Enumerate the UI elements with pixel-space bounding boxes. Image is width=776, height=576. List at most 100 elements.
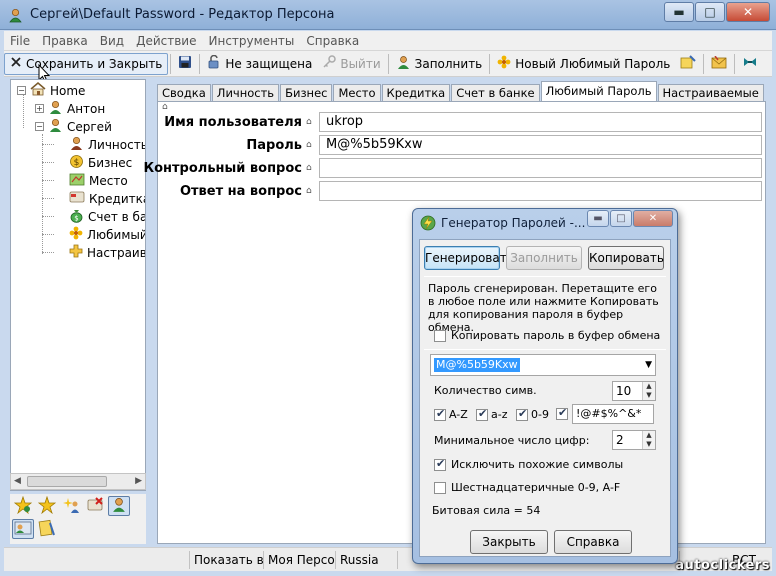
length-spinner[interactable]: 10 ▲ ▼	[612, 381, 656, 401]
save-close-button[interactable]: Сохранить и Закрыть	[4, 52, 169, 75]
lock-icon: ⌂	[306, 140, 312, 150]
spinner-arrows-icon[interactable]: ▲ ▼	[642, 431, 655, 449]
persons-view-button[interactable]	[108, 496, 130, 516]
az-upper-option[interactable]: A-Z	[434, 407, 468, 421]
note-button[interactable]	[675, 53, 701, 75]
tab-business[interactable]: Бизнес	[280, 84, 333, 102]
generation-message: Пароль сгенерирован. Перетащите его в лю…	[428, 282, 659, 334]
expand-toggle[interactable]: +	[35, 104, 44, 113]
scrollbar-thumb[interactable]	[27, 476, 107, 487]
tree-item-home[interactable]: − Home	[17, 82, 85, 99]
sticky-note-icon	[680, 55, 697, 72]
tree-horizontal-scrollbar[interactable]: ◀ ▶	[10, 473, 146, 490]
menu-edit[interactable]: Правка	[36, 34, 94, 48]
lightning-icon	[420, 215, 436, 234]
tree-item-business[interactable]: $ Бизнес	[69, 154, 132, 171]
tab-custom[interactable]: Настраиваемые	[657, 84, 764, 102]
spinner-arrows-icon[interactable]: ▲ ▼	[642, 382, 655, 400]
collapse-toggle[interactable]: −	[17, 86, 26, 95]
key-icon	[322, 55, 337, 72]
dialog-minimize-button[interactable]: ▬	[587, 210, 609, 227]
menu-tools[interactable]: Инструменты	[203, 34, 301, 48]
help-button[interactable]: Справка	[554, 530, 632, 554]
toolbar-separator	[170, 53, 172, 74]
copy-to-clipboard-row[interactable]: Копировать пароль в буфер обмена	[434, 329, 660, 342]
pin-button[interactable]	[737, 53, 763, 75]
toolbar-separator	[387, 53, 389, 74]
maximize-button[interactable]: □	[695, 2, 725, 22]
special-checkbox[interactable]	[556, 406, 568, 420]
az-upper-checkbox[interactable]	[434, 407, 446, 421]
toolbar-separator	[199, 53, 201, 74]
az-lower-option[interactable]: a-z	[476, 407, 507, 421]
tree-item-credit-card[interactable]: Кредитка	[69, 190, 145, 207]
close-x-icon	[10, 56, 22, 71]
username-field[interactable]: ukrop	[319, 112, 762, 132]
tab-bank-account[interactable]: Счет в банке	[451, 84, 540, 102]
tab-favorite-password[interactable]: Любимый Пароль	[540, 81, 657, 102]
generate-button[interactable]: Генерировать	[424, 246, 514, 270]
hex-only-option[interactable]: Шестнадцатеричные 0-9, A-F	[434, 481, 620, 494]
copy-to-clipboard-label: Копировать пароль в буфер обмена	[451, 329, 661, 342]
tree-label-sergey: Сергей	[67, 119, 112, 134]
person-tree: − Home + Антон − Сергей Личность $ Бизне…	[10, 79, 146, 491]
tree-item-identity[interactable]: Личность	[69, 136, 145, 153]
star-view-button[interactable]	[12, 495, 34, 516]
minimize-button[interactable]: ▬	[664, 2, 694, 22]
exclude-similar-checkbox[interactable]	[434, 457, 446, 471]
dropdown-arrow-icon[interactable]: ▼	[645, 360, 652, 370]
dialog-maximize-button[interactable]: □	[610, 210, 632, 227]
new-favorite-password-button[interactable]: Новый Любимый Пароль	[492, 53, 675, 75]
fill-password-button[interactable]: Заполнить	[506, 246, 582, 270]
tree-item-bank-account[interactable]: $ Счет в ба	[69, 208, 145, 225]
special-option[interactable]	[556, 406, 568, 420]
toolbar: Сохранить и Закрыть Не защищена Выйти За…	[4, 51, 772, 77]
digits-option[interactable]: 0-9	[516, 407, 549, 421]
tree-item-sergey[interactable]: − Сергей	[35, 118, 112, 135]
dialog-close-button[interactable]: ✕	[633, 210, 673, 227]
az-lower-checkbox[interactable]	[476, 407, 488, 421]
identity-view-button[interactable]	[12, 519, 34, 539]
save-button[interactable]	[173, 53, 197, 75]
copy-button[interactable]: Копировать	[588, 246, 664, 270]
fill-button[interactable]: Заполнить	[391, 53, 488, 75]
hex-only-checkbox[interactable]	[434, 481, 446, 494]
security-question-field[interactable]	[319, 158, 762, 178]
favorites-view-button[interactable]	[36, 495, 58, 516]
menu-file[interactable]: File	[4, 34, 36, 48]
tree-item-location[interactable]: Место	[69, 172, 128, 189]
generated-password-combo[interactable]: M@%5b59Kxw ▼	[430, 354, 656, 376]
exclude-similar-option[interactable]: Исключить похожие символы	[434, 457, 623, 471]
magic-view-button[interactable]	[60, 496, 82, 516]
special-chars-field[interactable]: !@#$%^&*	[572, 404, 654, 424]
close-dialog-button[interactable]: Закрыть	[470, 530, 548, 554]
collapse-toggle[interactable]: −	[35, 122, 44, 131]
email-button[interactable]	[706, 53, 732, 75]
category-tabs: Сводка Личность Бизнес Место Кредитка Сч…	[157, 81, 765, 102]
tree-item-custom[interactable]: Настраив	[69, 244, 145, 261]
copy-to-clipboard-checkbox[interactable]	[434, 329, 446, 342]
scroll-left-arrow-icon[interactable]: ◀	[14, 476, 21, 486]
tab-location[interactable]: Место	[333, 84, 381, 102]
close-button[interactable]: ✕	[726, 2, 770, 22]
password-field[interactable]: M@%5b59Kxw	[319, 135, 762, 155]
menu-help[interactable]: Справка	[300, 34, 365, 48]
notes-view-button[interactable]	[36, 519, 58, 539]
logout-button[interactable]: Выйти	[317, 53, 385, 75]
security-answer-field[interactable]	[319, 181, 762, 201]
tab-summary[interactable]: Сводка	[157, 84, 211, 102]
scroll-right-arrow-icon[interactable]: ▶	[135, 476, 142, 486]
delete-view-button[interactable]	[84, 496, 106, 516]
dollar-coin-icon: $	[69, 154, 84, 172]
not-protected-button[interactable]: Не защищена	[202, 53, 317, 75]
menu-action[interactable]: Действие	[130, 34, 202, 48]
not-protected-label: Не защищена	[225, 56, 313, 71]
menu-view[interactable]: Вид	[94, 34, 130, 48]
tree-item-anton[interactable]: + Антон	[35, 100, 105, 117]
min-digits-spinner[interactable]: 2 ▲ ▼	[612, 430, 656, 450]
pin-icon	[742, 55, 758, 72]
digits-checkbox[interactable]	[516, 407, 528, 421]
tab-credit-card[interactable]: Кредитка	[381, 84, 451, 102]
tab-identity[interactable]: Личность	[211, 84, 280, 102]
tree-item-favorite-password[interactable]: Любимый	[69, 226, 145, 243]
